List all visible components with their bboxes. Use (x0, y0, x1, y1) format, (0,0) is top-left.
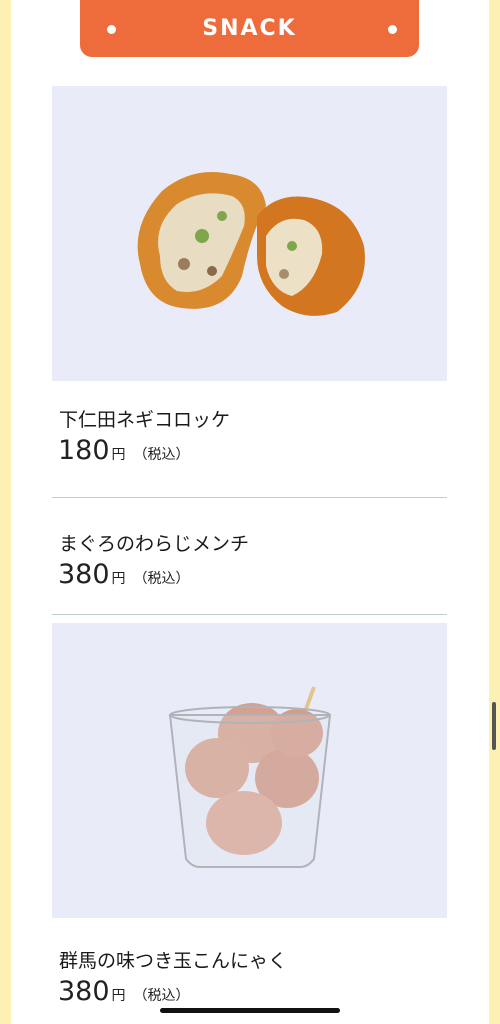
price-unit: 円 (111, 571, 126, 587)
home-indicator[interactable] (160, 1008, 340, 1013)
item-price: 380 円 （税込） (52, 559, 447, 590)
section-header: SNACK (80, 0, 419, 57)
price-tax-note: （税込） (133, 988, 190, 1004)
price-tax-note: （税込） (133, 447, 190, 463)
croquette-photo (52, 86, 447, 381)
item-price: 380 円 （税込） (52, 976, 447, 1007)
price-unit: 円 (111, 988, 126, 1004)
menu-item[interactable]: まぐろのわらじメンチ 380 円 （税込） (52, 529, 447, 590)
divider (52, 497, 447, 498)
price-value: 180 (58, 435, 110, 466)
konjac-cup-photo (52, 623, 447, 918)
menu-page: SNACK 下仁田ネギコロッケ 180 円（税込） まぐろのわらじメンチ 380… (11, 0, 489, 1024)
scrollbar[interactable] (492, 702, 496, 750)
menu-item[interactable]: 群馬の味つき玉こんにゃく 380 円 （税込） (52, 623, 447, 1007)
price-value: 380 (58, 559, 110, 590)
price-unit: 円 (111, 447, 126, 463)
header-dot-left (107, 25, 116, 34)
item-name: 群馬の味つき玉こんにゃく (59, 950, 288, 972)
price-value: 380 (58, 976, 110, 1007)
header-dot-right (388, 25, 397, 34)
item-name: 下仁田ネギコロッケ (59, 409, 231, 431)
item-price: 180 円 （税込） (52, 435, 447, 466)
menu-item[interactable]: 下仁田ネギコロッケ 180 円 （税込） (52, 86, 447, 466)
price-tax-note: （税込） (133, 571, 190, 587)
section-title: SNACK (202, 16, 297, 41)
item-name: まぐろのわらじメンチ (59, 533, 250, 555)
divider (52, 614, 447, 615)
